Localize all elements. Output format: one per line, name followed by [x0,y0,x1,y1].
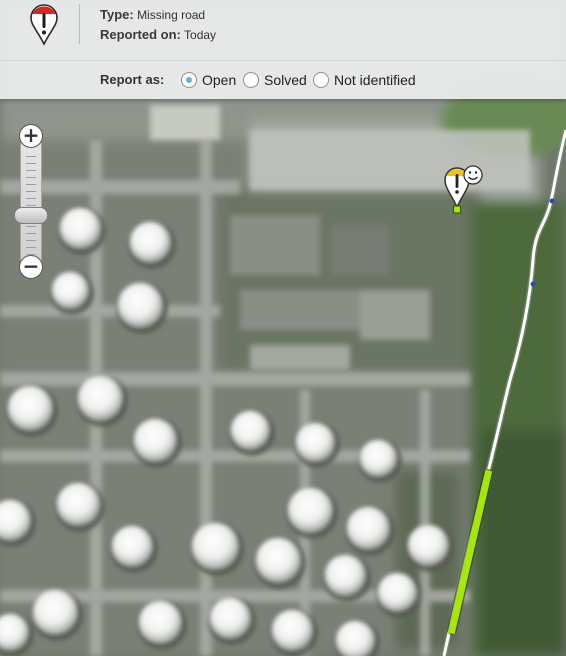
storage-tank [118,283,162,327]
storage-tank [256,538,300,582]
storage-tank [360,440,396,476]
storage-tank [296,423,334,461]
zoom-slider-track[interactable] [20,135,42,270]
storage-tank [33,590,77,634]
storage-tank [210,598,250,638]
divider [79,4,80,44]
type-value: Missing road [137,8,206,22]
radio-label: Not identified [334,72,416,88]
storage-tank [347,507,389,549]
radio-button[interactable] [243,72,259,88]
reported-label: Reported on: [100,27,181,42]
radio-label: Solved [264,72,307,88]
storage-tank [130,222,170,262]
radio-not-identified[interactable]: Not identified [313,70,416,90]
storage-tank [325,555,365,595]
storage-tank [112,526,152,566]
report-type: Type: Missing road [100,7,205,22]
storage-tank [134,419,176,461]
radio-button[interactable] [313,72,329,88]
smiley-icon [463,165,483,185]
storage-tank [378,573,416,611]
report-as-label: Report as: [100,72,165,87]
radio-solved[interactable]: Solved [243,70,307,90]
storage-tank [408,525,448,565]
report-marker[interactable] [440,164,486,214]
storage-tank [272,610,312,650]
radio-open[interactable]: Open [181,70,236,90]
storage-tank [139,601,181,643]
storage-tank [231,411,269,449]
storage-tank [192,523,238,569]
storage-tank [288,488,332,532]
report-info: Type: Missing road Reported on: Today [0,0,566,61]
storage-tank [52,272,88,308]
report-date: Reported on: Today [100,27,216,42]
radio-button[interactable] [181,72,197,88]
report-panel: Type: Missing road Reported on: Today Re… [0,0,566,99]
zoom-in-button[interactable]: + [19,124,43,148]
marker-anchor [453,205,461,214]
storage-tank [78,376,122,420]
exclamation-pin-icon [30,4,58,46]
storage-tank [60,208,100,248]
zoom-slider-handle[interactable] [14,207,48,224]
road-node[interactable] [530,281,536,287]
road-node[interactable] [549,198,555,204]
report-as-row: Report as: Open Solved Not identified [0,61,566,99]
zoom-out-button[interactable]: − [19,255,43,279]
radio-label: Open [202,72,237,88]
storage-tank [8,386,52,430]
type-label: Type: [100,7,134,22]
reported-value: Today [184,28,217,42]
storage-tank [57,483,99,525]
